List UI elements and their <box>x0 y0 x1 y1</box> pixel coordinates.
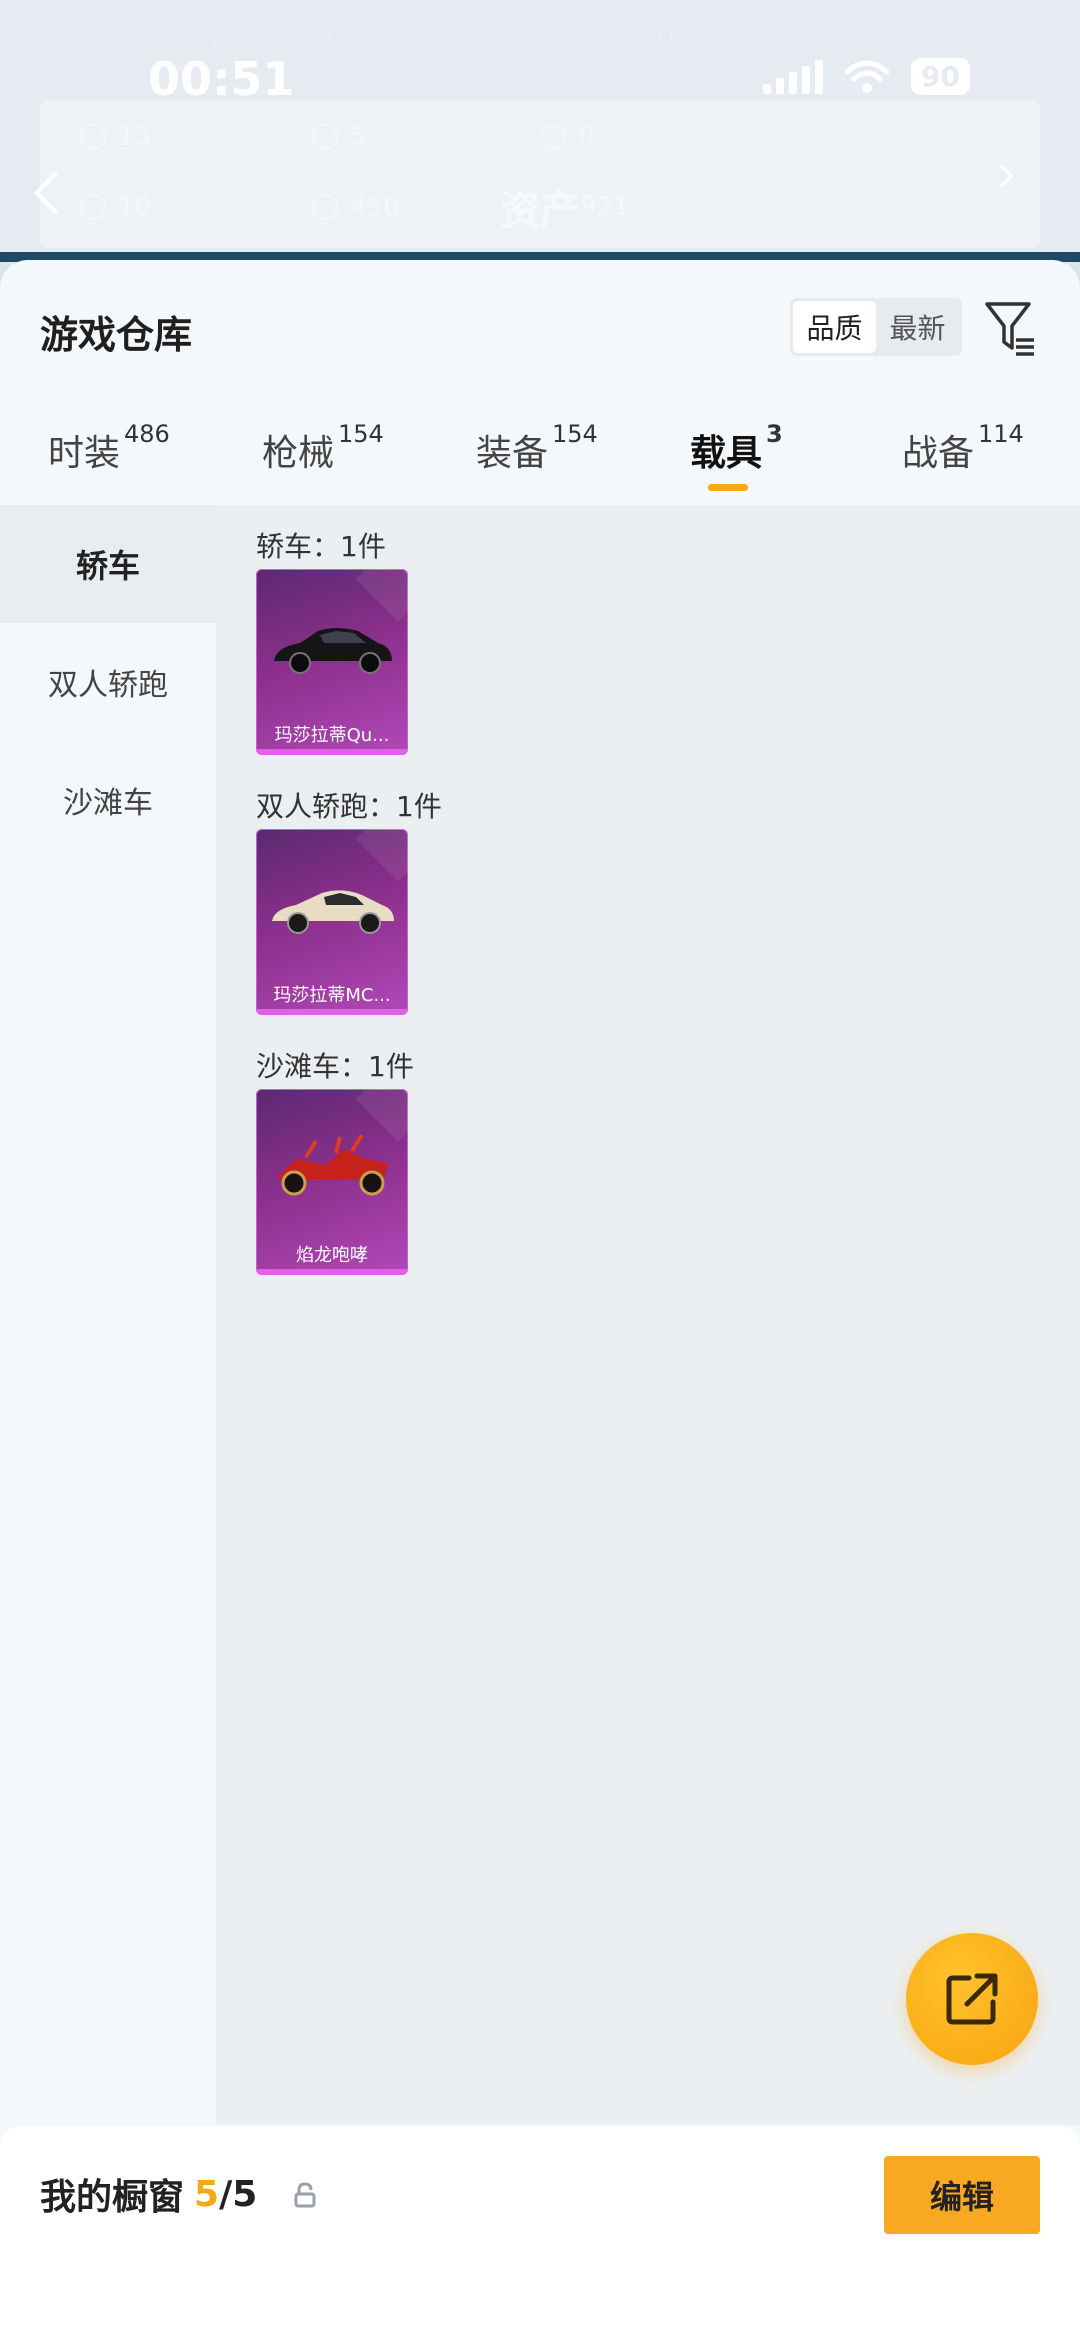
stat-item: 450 <box>312 192 400 222</box>
tab-guns[interactable]: 枪械 154 <box>262 420 384 476</box>
section-title: 轿车：1件 <box>256 530 386 563</box>
assets-value: 921 <box>580 192 630 222</box>
player-coins: 34083 <box>288 20 384 55</box>
category-tabs: 时装 486 枪械 154 装备 154 载具 3 战备 114 <box>0 410 1080 506</box>
status-time: 00:51 <box>148 52 295 106</box>
share-icon <box>946 1973 998 2025</box>
filter-icon[interactable] <box>984 300 1036 356</box>
signal-icon <box>763 59 824 94</box>
page-title: 游戏仓库 <box>40 313 193 357</box>
stat-icon <box>312 124 338 150</box>
section-title: 沙滩车：1件 <box>256 1050 414 1083</box>
battery-indicator: 90 <box>911 58 970 95</box>
header-background: 53级 34083 46786 13 5 0 10 450 921 00:51 … <box>0 0 1080 262</box>
wifi-icon <box>845 60 890 93</box>
tab-battle-supplies[interactable]: 战备 114 <box>902 420 1024 476</box>
showcase-count-current: 5 <box>194 2173 220 2215</box>
stat-icon <box>80 194 106 220</box>
rarity-strip <box>256 1009 408 1015</box>
sort-toggle: 品质 最新 <box>790 298 962 356</box>
section-title: 双人轿跑：1件 <box>256 790 442 823</box>
vehicle-name: 焰龙咆哮 <box>296 1245 368 1266</box>
stat-item: 10 <box>80 192 151 222</box>
vehicle-list: 轿车：1件 玛莎拉蒂Qu... 双人轿跑：1件 玛莎拉蒂MC... 沙滩车：1件 <box>216 505 1080 2125</box>
car-image <box>274 628 392 674</box>
sort-latest-button[interactable]: 最新 <box>876 301 959 353</box>
side-item-coupe[interactable]: 双人轿跑 <box>0 623 216 741</box>
vehicle-card[interactable]: 玛莎拉蒂Qu... <box>256 569 408 755</box>
assets-label: 资产 <box>500 188 580 234</box>
stat-icon <box>540 124 566 150</box>
lock-icon <box>294 2182 316 2208</box>
showcase-bar: 我的橱窗 5 /5 编辑 <box>0 2126 1080 2347</box>
share-button[interactable] <box>906 1933 1038 2065</box>
tab-fashion[interactable]: 时装 486 <box>48 420 170 476</box>
vehicle-name: 玛莎拉蒂Qu... <box>274 725 390 746</box>
vehicle-card[interactable]: 玛莎拉蒂MC... <box>256 829 408 1015</box>
rarity-strip <box>256 1269 408 1275</box>
tab-equipment[interactable]: 装备 154 <box>476 420 598 476</box>
side-item-buggy[interactable]: 沙滩车 <box>0 741 216 859</box>
showcase-count-total: /5 <box>219 2173 258 2215</box>
showcase-label: 我的橱窗 5 /5 <box>40 2173 258 2219</box>
side-item-sedan[interactable]: 轿车 <box>0 505 216 623</box>
car-image <box>272 890 394 934</box>
player-score: 46786 <box>648 20 744 55</box>
stat-item: 0 <box>540 122 595 152</box>
active-tab-indicator <box>708 484 748 491</box>
vehicle-name: 玛莎拉蒂MC... <box>273 985 391 1006</box>
vehicle-type-nav: 轿车 双人轿跑 沙滩车 <box>0 505 216 2125</box>
edit-button[interactable]: 编辑 <box>884 2156 1040 2234</box>
stat-item: 5 <box>312 122 367 152</box>
buggy-image <box>276 1133 388 1196</box>
stat-item: 13 <box>80 122 151 152</box>
rarity-strip <box>256 749 408 755</box>
status-icons: 90 <box>763 58 970 95</box>
sort-quality-button[interactable]: 品质 <box>793 301 876 353</box>
stat-icon <box>312 194 338 220</box>
vehicle-card[interactable]: 焰龙咆哮 <box>256 1089 408 1275</box>
tab-vehicles[interactable]: 载具 3 <box>690 420 783 476</box>
stat-icon <box>80 124 106 150</box>
